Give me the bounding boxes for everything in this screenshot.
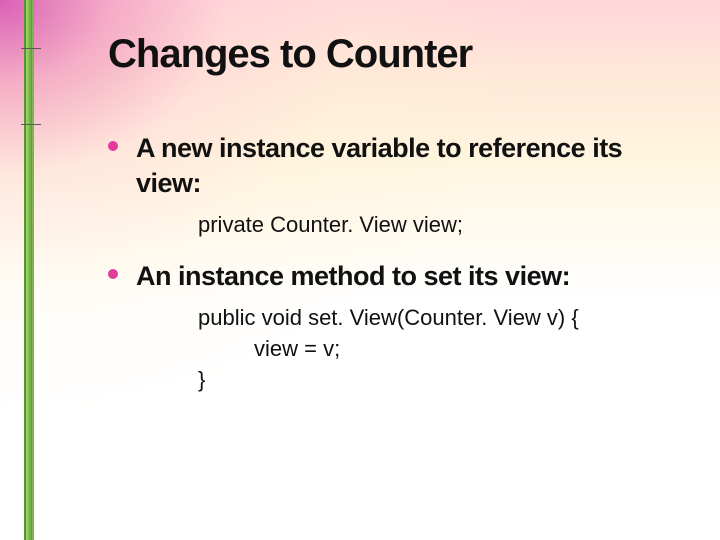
bullet-text: An instance method to set its view: <box>136 259 680 294</box>
bullet-list: A new instance variable to reference its… <box>108 131 680 396</box>
code-line: public void set. View(Counter. View v) { <box>198 303 680 334</box>
code-block: public void set. View(Counter. View v) {… <box>198 303 680 395</box>
bullet-text: A new instance variable to reference its… <box>136 131 680 200</box>
code-line: private Counter. View view; <box>198 210 680 241</box>
code-line: view = v; <box>198 334 680 365</box>
slide-title: Changes to Counter <box>108 32 680 77</box>
slide-body: Changes to Counter A new instance variab… <box>0 0 720 540</box>
bullet-item: An instance method to set its view: publ… <box>108 259 680 396</box>
code-line: } <box>198 365 680 396</box>
bullet-item: A new instance variable to reference its… <box>108 131 680 241</box>
code-block: private Counter. View view; <box>198 210 680 241</box>
